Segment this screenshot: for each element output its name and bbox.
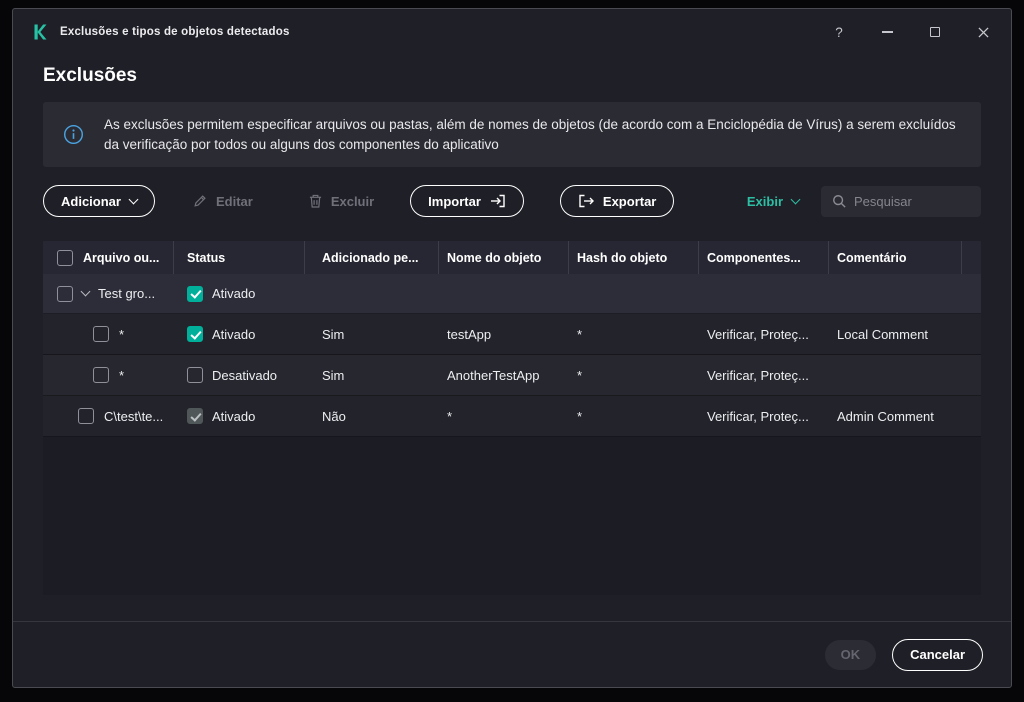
chevron-down-icon [790,194,801,205]
status-label: Ativado [212,326,256,342]
cell-added: Sim [322,367,345,383]
pencil-icon [194,195,206,207]
close-button[interactable] [973,22,993,42]
footer: OK Cancelar [13,621,1011,687]
minimize-button[interactable] [877,22,897,42]
column-header-status[interactable]: Status [187,251,225,265]
help-button[interactable]: ? [829,22,849,42]
page-title: Exclusões [43,65,137,86]
table-row[interactable]: * Desativado Sim AnotherTestApp * Verifi… [43,355,981,397]
cell-object-hash: * [577,326,583,342]
export-icon [579,194,594,208]
minimize-icon [881,31,893,33]
status-checkbox[interactable] [187,326,203,343]
kaspersky-logo-icon [33,24,48,40]
chevron-down-icon [128,194,139,205]
status-label: Ativado [212,408,256,424]
row-select-checkbox[interactable] [57,285,73,302]
exclusions-table: Arquivo ou... Status Adicionado pe... No… [43,241,981,596]
add-button-label: Adicionar [61,193,121,209]
cell-object-hash: * [577,367,583,383]
edit-button[interactable]: Editar [175,185,271,217]
group-name: Test gro... [98,286,156,302]
trash-icon [309,194,321,208]
cell-object-name: AnotherTestApp [447,367,540,383]
collapse-chevron-icon[interactable] [80,286,91,297]
row-select-checkbox[interactable] [93,326,109,343]
cell-components: Verificar, Proteç... [707,367,809,383]
cell-object-name: * [447,408,453,424]
close-icon [977,26,989,38]
content-area: Exclusões As exclusões permitem especifi… [13,55,1011,621]
ok-button[interactable]: OK [824,639,877,670]
cell-components: Verificar, Proteç... [707,408,809,424]
column-header-file[interactable]: Arquivo ou... [83,251,159,265]
status-checkbox[interactable] [187,367,203,384]
row-select-checkbox[interactable] [78,408,94,425]
status-checkbox [187,408,203,425]
cell-comment: Admin Comment [837,408,934,424]
cell-file: * [119,326,125,342]
maximize-icon [930,27,940,37]
column-header-added[interactable]: Adicionado pe... [322,251,419,265]
select-all-checkbox[interactable] [57,249,73,266]
cell-file: * [119,367,125,383]
table-empty-area [43,437,981,596]
import-button[interactable]: Importar [410,185,524,218]
search-input[interactable] [854,193,970,209]
cell-added: Sim [322,326,345,342]
column-header-comment[interactable]: Comentário [837,251,906,265]
column-header-object-hash[interactable]: Hash do objeto [577,251,667,265]
export-button[interactable]: Exportar [559,185,675,218]
export-button-label: Exportar [602,193,657,209]
import-icon [490,194,505,208]
row-select-checkbox[interactable] [93,367,109,384]
column-header-object-name[interactable]: Nome do objeto [447,251,541,265]
search-box[interactable] [821,185,981,217]
titlebar: Exclusões e tipos de objetos detectados … [13,9,1011,55]
info-icon [63,124,84,145]
view-button[interactable]: Exibir [746,193,801,209]
cell-file: C\test\te... [104,408,164,424]
cell-object-hash: * [577,408,583,424]
search-icon [832,194,846,208]
table-header: Arquivo ou... Status Adicionado pe... No… [43,241,981,275]
view-button-label: Exibir [746,193,783,209]
status-label: Ativado [212,286,256,302]
maximize-button[interactable] [925,22,945,42]
cell-object-name: testApp [447,326,492,342]
table-row[interactable]: * Ativado Sim testApp * Verificar, Prote… [43,314,981,356]
cell-components: Verificar, Proteç... [707,326,809,342]
info-banner-text: As exclusões permitem especificar arquiv… [104,117,956,152]
cell-added: Não [322,408,346,424]
window-title: Exclusões e tipos de objetos detectados [60,26,290,38]
delete-button-label: Excluir [330,193,375,209]
table-row-group[interactable]: Test gro... Ativado [43,274,981,315]
table-row[interactable]: C\test\te... Ativado Não * * Verificar, … [43,396,981,438]
column-header-components[interactable]: Componentes... [707,251,801,265]
toolbar: Adicionar Editar Excluir Importar Export… [43,185,981,218]
window-controls: ? [829,22,993,42]
add-button[interactable]: Adicionar [43,185,155,218]
scrollbar-column [962,241,979,274]
status-label: Desativado [212,367,278,383]
import-button-label: Importar [428,193,481,209]
cell-comment: Local Comment [837,326,929,342]
cancel-button[interactable]: Cancelar [892,638,983,671]
delete-button[interactable]: Excluir [291,185,392,217]
info-banner: As exclusões permitem especificar arquiv… [43,102,981,168]
exclusions-window: Exclusões e tipos de objetos detectados … [12,8,1012,688]
cell-comment [829,355,962,395]
edit-button-label: Editar [215,193,253,209]
status-checkbox[interactable] [187,285,203,302]
